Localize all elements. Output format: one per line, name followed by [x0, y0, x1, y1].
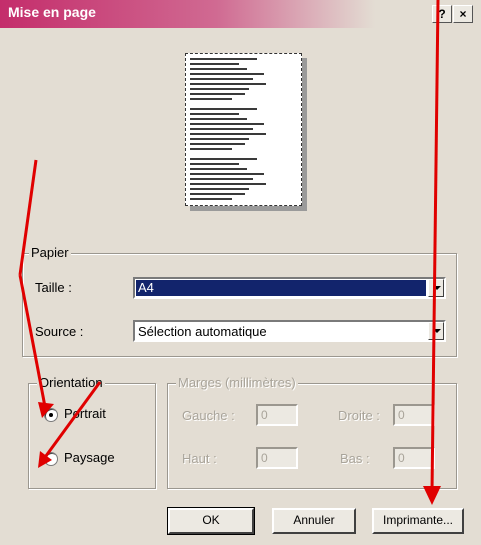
orientation-group-legend: Orientation [37, 375, 105, 390]
preview-line [190, 128, 253, 130]
preview-line [190, 73, 265, 75]
bottom-margin-label: Bas : [340, 451, 370, 466]
size-value: A4 [136, 280, 426, 296]
preview-line [190, 133, 266, 135]
preview-line [190, 93, 246, 95]
preview-line [190, 178, 253, 180]
preview-line [190, 63, 240, 65]
preview-line [190, 68, 247, 70]
printer-button[interactable]: Imprimante... [372, 508, 464, 534]
preview-line [190, 118, 247, 120]
source-label: Source : [35, 324, 84, 339]
right-margin-field[interactable]: 0 [393, 404, 435, 426]
preview-line [190, 83, 266, 85]
left-margin-field[interactable]: 0 [256, 404, 298, 426]
bottom-margin-field[interactable]: 0 [393, 447, 435, 469]
chevron-down-icon[interactable] [428, 322, 444, 340]
top-margin-field[interactable]: 0 [256, 447, 298, 469]
preview-line [190, 143, 246, 145]
margins-group: Marges (millimètres) Gauche : 0 Droite :… [167, 375, 457, 489]
portrait-label[interactable]: Portrait [64, 406, 106, 421]
paper-group-legend: Papier [29, 245, 71, 260]
preview-line [190, 158, 257, 160]
preview-line [190, 198, 232, 200]
preview-line [190, 138, 249, 140]
preview-line [190, 148, 232, 150]
source-value: Sélection automatique [138, 324, 267, 339]
landscape-radio[interactable] [44, 452, 58, 466]
preview-line [190, 88, 249, 90]
orientation-group: Orientation Portrait Paysage [28, 375, 156, 489]
margins-group-legend: Marges (millimètres) [176, 375, 298, 390]
paper-group: Papier Taille : A4 Source : Sélection au… [22, 245, 457, 357]
preview-line [190, 98, 232, 100]
preview-line [190, 173, 265, 175]
preview-line [190, 108, 257, 110]
preview-line [190, 168, 247, 170]
close-button[interactable]: × [453, 5, 473, 23]
preview-line [190, 113, 240, 115]
chevron-down-icon[interactable] [428, 279, 444, 297]
preview-line [190, 123, 265, 125]
size-label: Taille : [35, 280, 72, 295]
preview-line [190, 58, 257, 60]
size-select[interactable]: A4 [133, 277, 446, 299]
preview-gap [190, 203, 278, 205]
preview-line [190, 78, 253, 80]
preview-text-lines [190, 58, 278, 205]
landscape-label[interactable]: Paysage [64, 450, 115, 465]
left-margin-label: Gauche : [182, 408, 235, 423]
preview-line [190, 183, 266, 185]
preview-line [190, 163, 240, 165]
page-preview [185, 53, 302, 206]
source-select[interactable]: Sélection automatique [133, 320, 446, 342]
preview-line [190, 188, 249, 190]
window-title: Mise en page [8, 4, 96, 20]
ok-button[interactable]: OK [167, 507, 255, 535]
portrait-radio[interactable] [44, 408, 58, 422]
cancel-button[interactable]: Annuler [272, 508, 356, 534]
top-margin-label: Haut : [182, 451, 217, 466]
right-margin-label: Droite : [338, 408, 380, 423]
preview-line [190, 193, 246, 195]
help-button[interactable]: ? [432, 5, 452, 23]
title-bar: Mise en page ? × [0, 0, 481, 28]
